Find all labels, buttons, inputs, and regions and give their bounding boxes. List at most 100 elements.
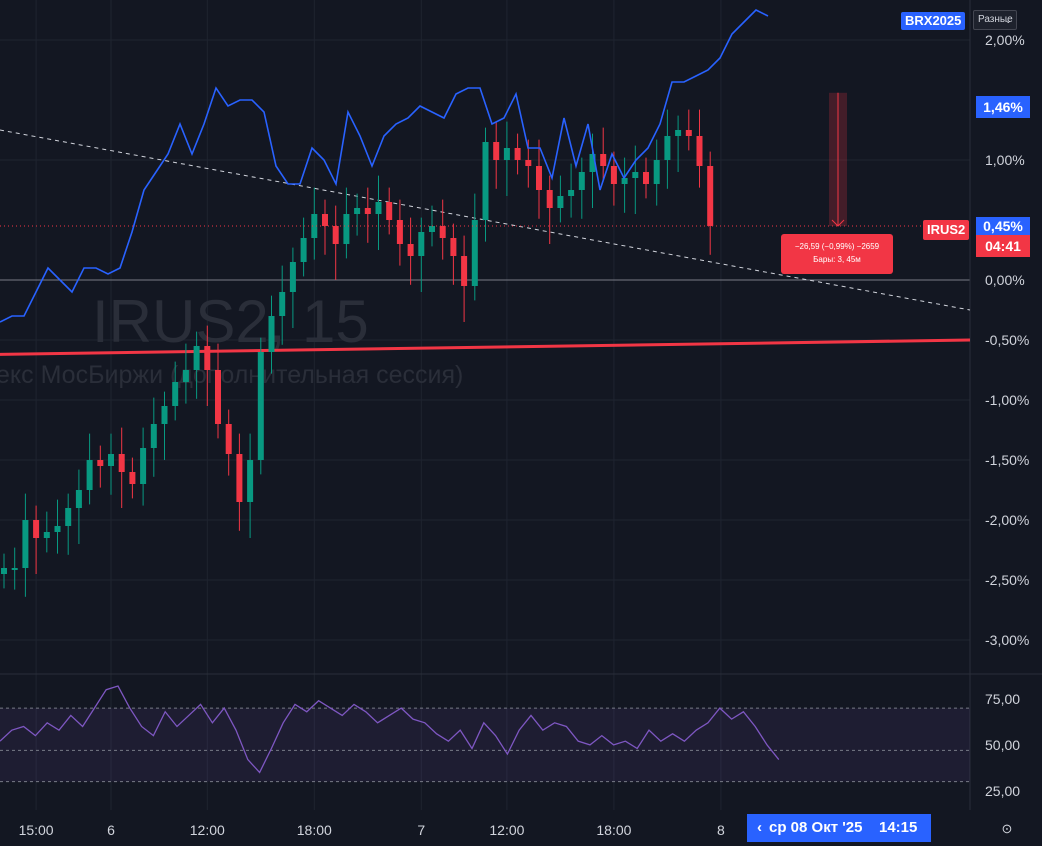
candle-body [182,370,189,382]
time-tick-label: 18:00 [596,822,631,838]
candle-body [33,520,40,538]
candle-body [407,244,414,256]
candle-body [375,202,382,214]
watermark-symbol: IRUS2, 15 [92,288,369,355]
candle-body [43,532,50,538]
candle-body [525,160,532,166]
candle-body [471,220,478,286]
compare-symbol-tag[interactable]: BRX2025 [901,12,966,30]
main-price-label: 0,45% [976,217,1030,235]
time-tick-label: 6 [107,822,115,838]
candle-body [386,202,393,220]
bar-countdown: 04:41 [976,235,1030,257]
candle-body [578,172,585,190]
rsi-band-fill [0,708,970,782]
measure-change: −26,59 (−0,99%) −2659 [794,242,880,251]
candle-body [354,208,361,214]
candle-body [685,130,692,136]
candle-body [22,520,29,568]
candle-body [322,214,328,226]
candle-body [75,490,82,508]
candle-body [664,136,671,160]
candle-body [1,568,7,574]
crosshair-date: ср 08 Окт '25 [769,819,863,836]
candle-body [343,214,350,244]
main-symbol-tag[interactable]: IRUS2 [923,220,970,240]
candle-body [86,460,93,490]
candle-body [418,232,425,256]
chevron-down-icon: ⌄ [1004,15,1012,25]
candle-body [150,424,157,448]
candle-body [461,256,468,286]
rsi-tick-label: 50,00 [985,737,1020,753]
rsi-tick-label: 75,00 [985,691,1020,707]
price-tick-label: -1,00% [985,392,1029,408]
candle-body [257,352,264,460]
price-tick-label: -1,50% [985,452,1029,468]
candle-body [632,172,639,178]
crosshair-time-label: ‹ ср 08 Окт '25 14:15 [747,814,931,842]
candle-body [97,460,104,466]
candle-body [482,142,489,220]
candle-body [140,448,147,484]
time-tick-label: 12:00 [190,822,225,838]
candle-body [557,196,564,208]
candle-body [364,208,371,214]
candle-body [621,178,628,184]
price-tick-label: 0,00% [985,272,1025,288]
price-tick-label: 2,00% [985,32,1025,48]
scroll-left-icon[interactable]: ‹ [757,814,762,842]
candle-body [247,460,254,502]
candle-body [161,406,168,424]
candle-body [643,172,649,184]
price-tick-label: -2,50% [985,572,1029,588]
scale-mode-select[interactable]: Разные ⌄ [973,10,1017,30]
compare-price-label: 1,46% [976,96,1030,118]
candle-body [439,226,446,238]
candle-body [204,346,211,370]
candle-body [568,190,575,196]
candle-body [450,238,457,256]
candle-body [236,454,243,502]
time-tick-label: 8 [717,822,725,838]
candle-body [610,166,617,184]
candle-body [268,316,275,352]
candle-body [332,226,339,244]
candle-body [696,136,703,166]
candle-body [546,190,553,208]
crosshair-time: 14:15 [879,819,918,836]
price-tick-label: -2,00% [985,512,1029,528]
candle-body [279,292,286,316]
candle-body [172,382,179,406]
measure-info-box: −26,59 (−0,99%) −2659 Бары: 3, 45м [781,234,893,274]
candle-body [129,472,136,484]
candle-body [108,454,114,466]
candle-body [536,166,542,190]
time-tick-label: 12:00 [489,822,524,838]
candle-body [600,154,607,166]
price-tick-label: -3,00% [985,632,1029,648]
watermark-description: екс МосБиржи (дополнительная сессия) [0,361,463,389]
candle-body [215,370,221,424]
candle-body [493,142,500,160]
candle-body [396,220,403,244]
candle-body [65,508,72,526]
candle-body [289,262,296,292]
candle-body [675,130,682,136]
candle-body [503,148,510,160]
chart-settings-icon[interactable]: ⊙ [998,820,1016,838]
candle-body [225,424,232,454]
candle-body [653,160,660,184]
rsi-tick-label: 25,00 [985,783,1020,799]
time-tick-label: 7 [417,822,425,838]
candle-body [429,226,435,232]
candle-body [300,238,307,262]
candle-body [707,166,714,226]
candle-body [54,526,61,532]
candle-body [514,148,521,160]
candle-body [118,454,125,472]
candle-body [11,568,18,570]
time-tick-label: 15:00 [19,822,54,838]
candle-body [193,346,200,370]
chart-canvas[interactable]: IRUS2, 15 екс МосБиржи (дополнительная с… [0,0,1042,846]
